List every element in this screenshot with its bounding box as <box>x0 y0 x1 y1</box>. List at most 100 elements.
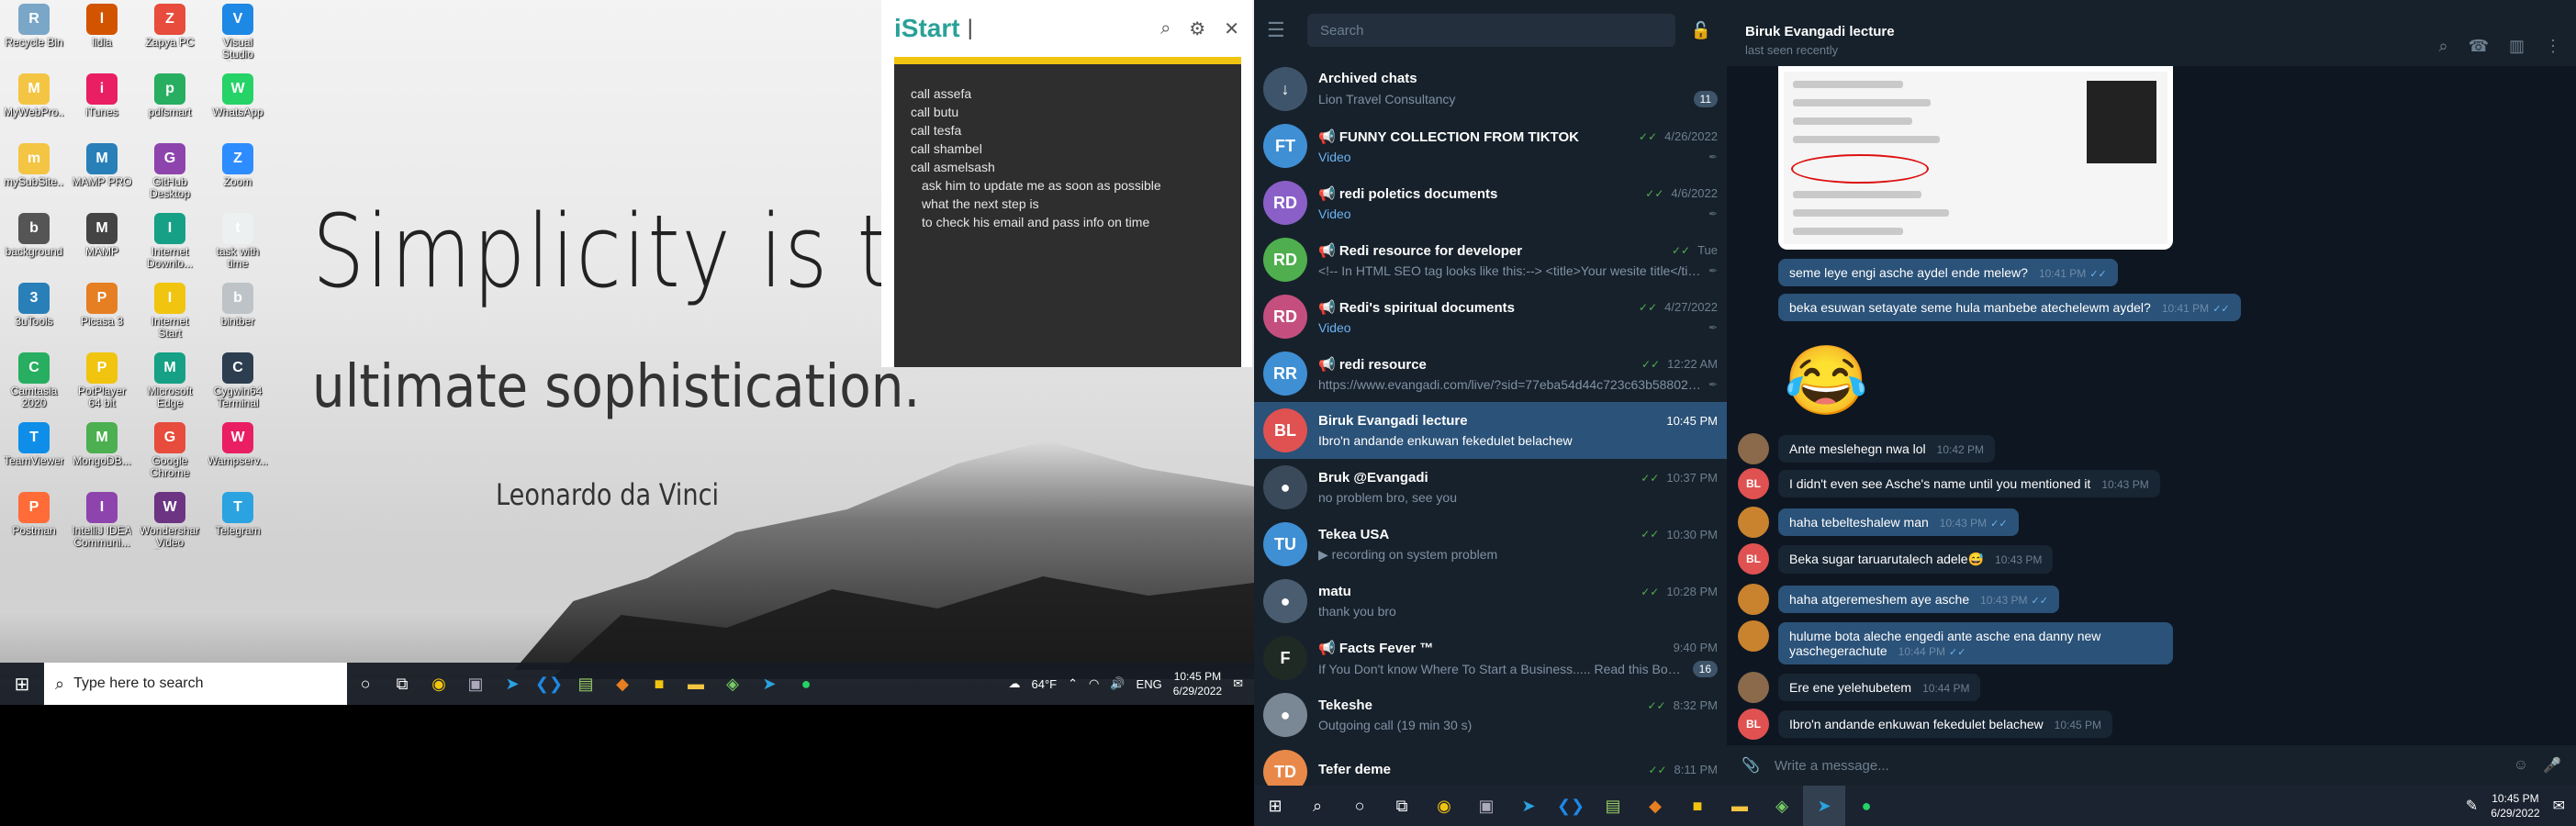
desktop-icon[interactable]: M MyWebPro... <box>4 73 64 141</box>
desktop-icon[interactable]: M MAMP PRO <box>72 143 132 211</box>
search-icon[interactable]: ⌕ <box>2438 37 2447 56</box>
taskbar-search-box[interactable]: ⌕ Type here to search <box>44 663 347 705</box>
chat-list-item[interactable]: ● Bruk @Evangadi ✓✓ 10:37 PM no problem bro,… <box>1254 459 1727 516</box>
desktop-icon[interactable]: P Postman <box>4 492 64 560</box>
lock-icon[interactable]: 🔓 <box>1688 21 1714 40</box>
incoming-message[interactable]: Ibro'n andande enkuwan fekedulet belache… <box>1778 710 2113 738</box>
message-input[interactable]: Write a message... <box>1775 758 2499 774</box>
telegram-active-taskbar-icon[interactable]: ➤ <box>751 663 788 705</box>
chat-list-item[interactable]: RR 📢 redi resource ✓✓ 12:22 AM https://www.e… <box>1254 345 1727 402</box>
desktop-icon[interactable]: b bintber <box>207 283 268 351</box>
desktop-icon[interactable]: VVisual Studio Code <box>207 4 268 72</box>
whatsapp-taskbar-icon[interactable]: ● <box>1845 786 1887 826</box>
istart-taskbar-icon[interactable]: ◈ <box>1761 786 1803 826</box>
explorer-taskbar-icon[interactable]: ▣ <box>457 663 494 705</box>
chat-list-item[interactable]: RD 📢 redi poletics documents ✓✓ 4/6/2022 Vid… <box>1254 174 1727 231</box>
wifi-icon[interactable]: ◠ <box>1089 676 1099 691</box>
weather-temp[interactable]: 64°F <box>1031 677 1057 691</box>
desktop-icon[interactable]: I Internet Start <box>140 283 200 351</box>
vscode-taskbar-icon[interactable]: ❮❯ <box>531 663 567 705</box>
explorer-taskbar-icon[interactable]: ▣ <box>1465 786 1507 826</box>
desktop-icon[interactable]: P Picasa 3 <box>72 283 132 351</box>
sender-avatar[interactable]: BL <box>1738 468 1769 499</box>
sidebar-toggle-icon[interactable]: ▥ <box>2509 37 2525 56</box>
desktop-icon[interactable]: 3 3uTools <box>4 283 64 351</box>
incoming-message[interactable]: Ante meslehegn nwa lol 10:42 PM <box>1778 435 1996 463</box>
language-indicator[interactable]: ENG <box>1137 677 1162 691</box>
desktop-icon[interactable]: p pdfsmart <box>140 73 200 141</box>
incoming-message[interactable]: Ere ene yelehubetem 10:44 PM <box>1778 674 1981 701</box>
chat-list-item[interactable]: FT 📢 FUNNY COLLECTION FROM TIKTOK ✓✓ 4/26/2… <box>1254 117 1727 174</box>
telegram-taskbar-icon[interactable]: ➤ <box>494 663 531 705</box>
outgoing-message[interactable]: beka esuwan setayate seme hula manbebe a… <box>1778 294 2241 321</box>
outgoing-message[interactable]: hulume bota aleche engedi ante asche ena… <box>1778 622 2173 664</box>
sticky-note-text[interactable]: call assefa call butu call tesfa call shamb… <box>894 64 1241 251</box>
desktop-icon[interactable]: G Google Chrome <box>140 422 200 490</box>
desktop-icon[interactable]: W WhatsApp <box>207 73 268 141</box>
task-view-icon[interactable]: ⧉ <box>1381 786 1423 826</box>
desktop-icon[interactable]: I Internet Downlo... <box>140 213 200 281</box>
pen-icon[interactable]: ✎ <box>2466 797 2478 815</box>
vscode-taskbar-icon[interactable]: ❮❯ <box>1550 786 1592 826</box>
desktop-icon[interactable]: t task with time <box>207 213 268 281</box>
notes-taskbar-icon[interactable]: ■ <box>641 663 678 705</box>
chat-list-item[interactable]: ↓ Archived chats Lion Travel Consultancy 11 <box>1254 61 1727 117</box>
conversation-title[interactable]: Biruk Evangadi lecture <box>1745 24 2558 39</box>
desktop-icon[interactable]: m mySubSite... <box>4 143 64 211</box>
desktop-icon[interactable]: Z Zapya PC <box>140 4 200 72</box>
desktop-icon[interactable]: C Camtasia 2020 <box>4 352 64 420</box>
chat-list-item[interactable]: TU Tekea USA ✓✓ 10:30 PM ▶ recording on syst… <box>1254 516 1727 573</box>
weather-icon[interactable]: ☁ <box>1008 676 1020 691</box>
chat-list-item[interactable]: BL Biruk Evangadi lecture 10:45 PM Ibro'n a… <box>1254 402 1727 459</box>
emoji-message[interactable]: 😂 <box>1784 341 1868 421</box>
terminal-taskbar-icon[interactable]: ▤ <box>567 663 604 705</box>
desktop-icon[interactable]: P PotPlayer 64 bit <box>72 352 132 420</box>
windows-start-icon[interactable]: ⊞ <box>1254 786 1296 826</box>
volume-icon[interactable]: 🔊 <box>1110 676 1125 691</box>
desktop-icon[interactable]: R Recycle Bin <box>4 4 64 72</box>
notes-taskbar-icon[interactable]: ■ <box>1676 786 1719 826</box>
desktop-icon[interactable]: WWondershare Video Conv... <box>140 492 200 560</box>
close-icon[interactable]: ✕ <box>1224 17 1239 40</box>
telegram-taskbar-icon[interactable]: ➤ <box>1507 786 1550 826</box>
sender-avatar[interactable]: BL <box>1738 543 1769 575</box>
desktop-icon[interactable]: T TeamViewer <box>4 422 64 490</box>
desktop-icon[interactable]: M MAMP <box>72 213 132 281</box>
incoming-message[interactable]: I didn't even see Asche's name until you… <box>1778 470 2160 497</box>
chrome-taskbar-icon[interactable]: ◉ <box>420 663 457 705</box>
more-options-icon[interactable]: ⋮ <box>2545 37 2561 56</box>
sender-avatar[interactable] <box>1738 672 1769 703</box>
desktop-icon[interactable]: C Cygwin64 Terminal <box>207 352 268 420</box>
telegram-active-taskbar-icon[interactable]: ➤ <box>1803 786 1845 826</box>
desktop-icon[interactable]: G GitHub Desktop <box>140 143 200 211</box>
sender-avatar[interactable] <box>1738 620 1769 652</box>
emoji-icon[interactable]: ☺ <box>2514 757 2528 774</box>
whatsapp-taskbar-icon[interactable]: ● <box>788 663 824 705</box>
desktop-icon[interactable]: l lidia <box>72 4 132 72</box>
chat-list-item[interactable]: ● Tekeshe ✓✓ 8:32 PM Outgoing call (19 min 3… <box>1254 686 1727 743</box>
search-icon[interactable]: ⌕ <box>1296 786 1338 826</box>
desktop-icon[interactable]: Z Zoom <box>207 143 268 211</box>
folder-taskbar-icon[interactable]: ▬ <box>678 663 714 705</box>
desktop-icon[interactable]: M Microsoft Edge <box>140 352 200 420</box>
sender-avatar[interactable] <box>1738 507 1769 538</box>
sender-avatar[interactable] <box>1738 584 1769 615</box>
chat-search-input[interactable]: Search <box>1307 14 1675 47</box>
istart-taskbar-icon[interactable]: ◈ <box>714 663 751 705</box>
notification-icon[interactable]: ✉ <box>2553 797 2565 815</box>
search-icon[interactable]: ⌕ <box>1160 18 1170 39</box>
taskbar-clock[interactable]: 10:45 PM 6/29/2022 <box>1173 669 1222 698</box>
git-taskbar-icon[interactable]: ◆ <box>1634 786 1676 826</box>
desktop-icon[interactable]: T Telegram <box>207 492 268 560</box>
hamburger-menu-icon[interactable]: ☰ <box>1267 18 1294 42</box>
desktop-icon[interactable]: I IntelliJ IDEA Communi... <box>72 492 132 560</box>
sender-avatar[interactable]: BL <box>1738 709 1769 740</box>
desktop-icon[interactable]: W Wampserv... <box>207 422 268 490</box>
outgoing-message[interactable]: haha atgeremeshem aye asche 10:43 PM ✓✓ <box>1778 586 2059 613</box>
windows-start-icon[interactable]: ⊞ <box>0 663 44 705</box>
desktop-icon[interactable]: M MongoDB... <box>72 422 132 490</box>
outgoing-message[interactable]: haha tebelteshalew man 10:43 PM ✓✓ <box>1778 508 2019 536</box>
desktop-icon[interactable]: i iTunes <box>72 73 132 141</box>
task-view-icon[interactable]: ⧉ <box>384 663 420 705</box>
desktop-icon[interactable]: b background <box>4 213 64 281</box>
